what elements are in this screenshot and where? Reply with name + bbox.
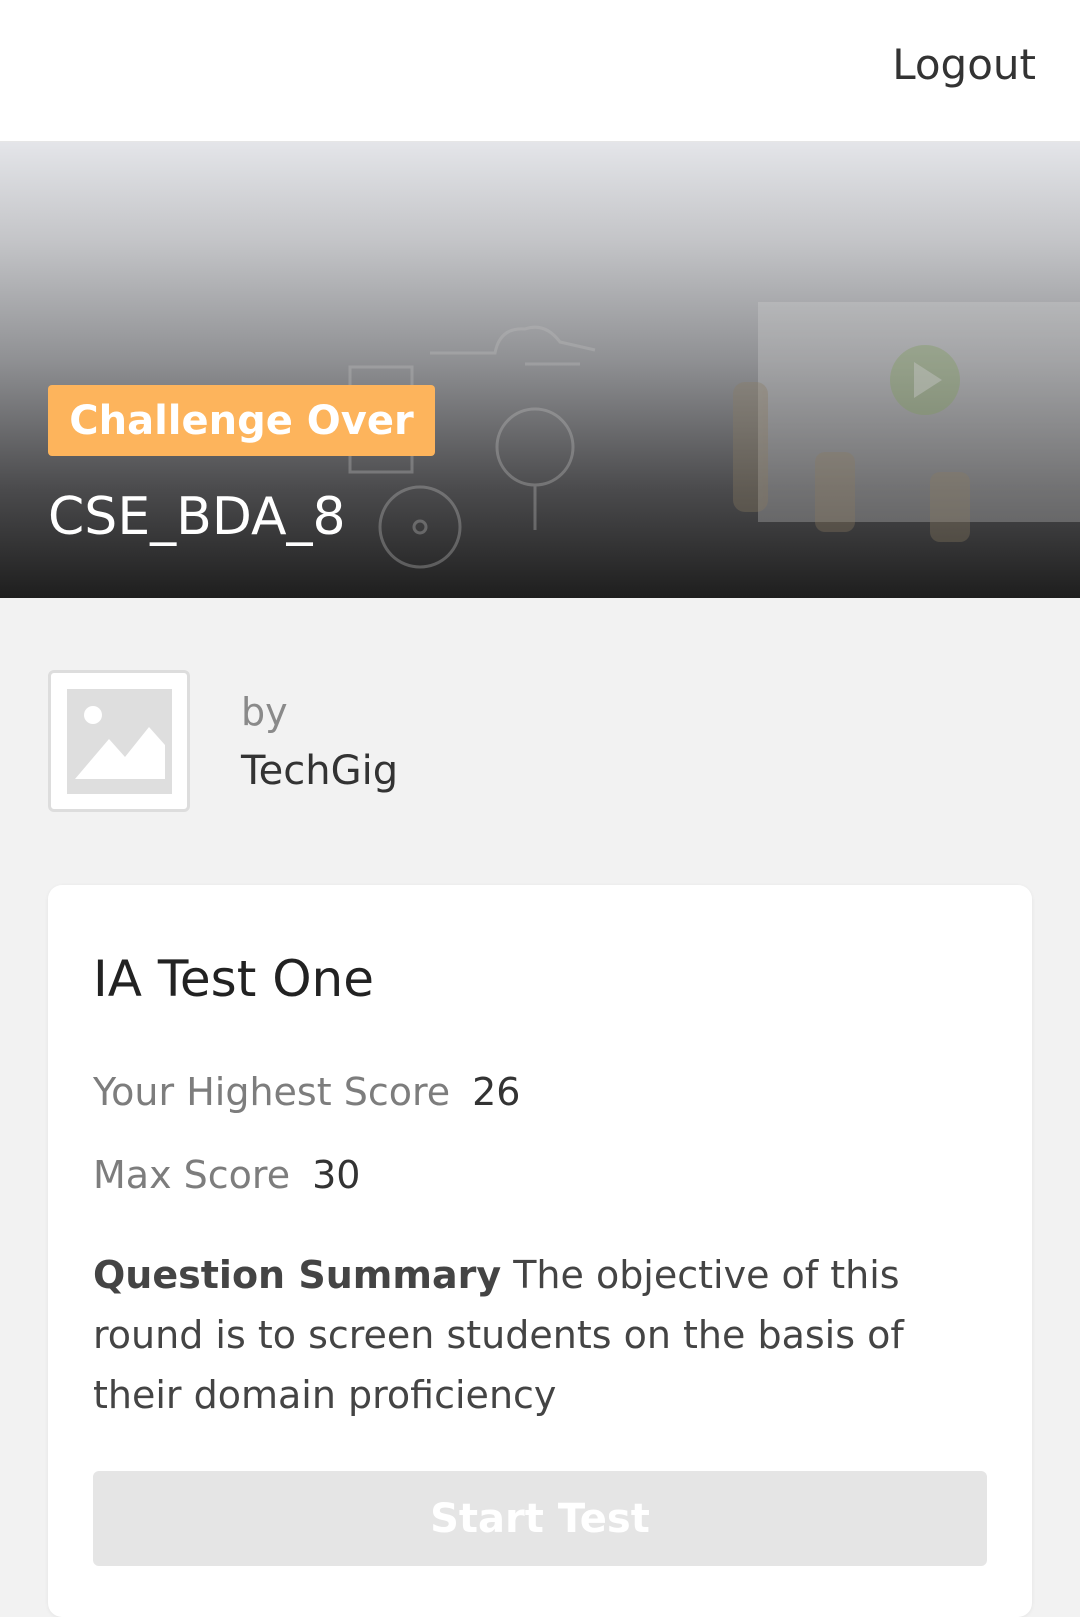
organizer-by-label: by bbox=[241, 690, 288, 734]
image-placeholder-icon bbox=[67, 689, 172, 794]
start-test-button[interactable]: Start Test bbox=[93, 1471, 987, 1566]
test-title: IA Test One bbox=[93, 950, 375, 1008]
top-bar: Logout bbox=[0, 0, 1080, 142]
max-score-label: Max Score bbox=[93, 1153, 291, 1197]
logout-link[interactable]: Logout bbox=[892, 40, 1036, 89]
highest-score-label: Your Highest Score bbox=[93, 1070, 451, 1114]
challenge-banner: Challenge Over CSE_BDA_8 bbox=[0, 142, 1080, 598]
question-summary-label: Question Summary bbox=[93, 1253, 502, 1297]
challenge-status-badge: Challenge Over bbox=[48, 385, 435, 456]
test-card: IA Test One Your Highest Score 26 Max Sco… bbox=[48, 885, 1032, 1617]
highest-score-row: Your Highest Score 26 bbox=[93, 1070, 520, 1114]
max-score-value: 30 bbox=[312, 1153, 361, 1197]
max-score-row: Max Score 30 bbox=[93, 1153, 360, 1197]
challenge-title: CSE_BDA_8 bbox=[48, 487, 346, 547]
question-summary: Question Summary The objective of this r… bbox=[93, 1245, 973, 1425]
highest-score-value: 26 bbox=[472, 1070, 521, 1114]
organizer-name[interactable]: TechGig bbox=[241, 748, 398, 794]
organizer-logo bbox=[48, 670, 190, 812]
